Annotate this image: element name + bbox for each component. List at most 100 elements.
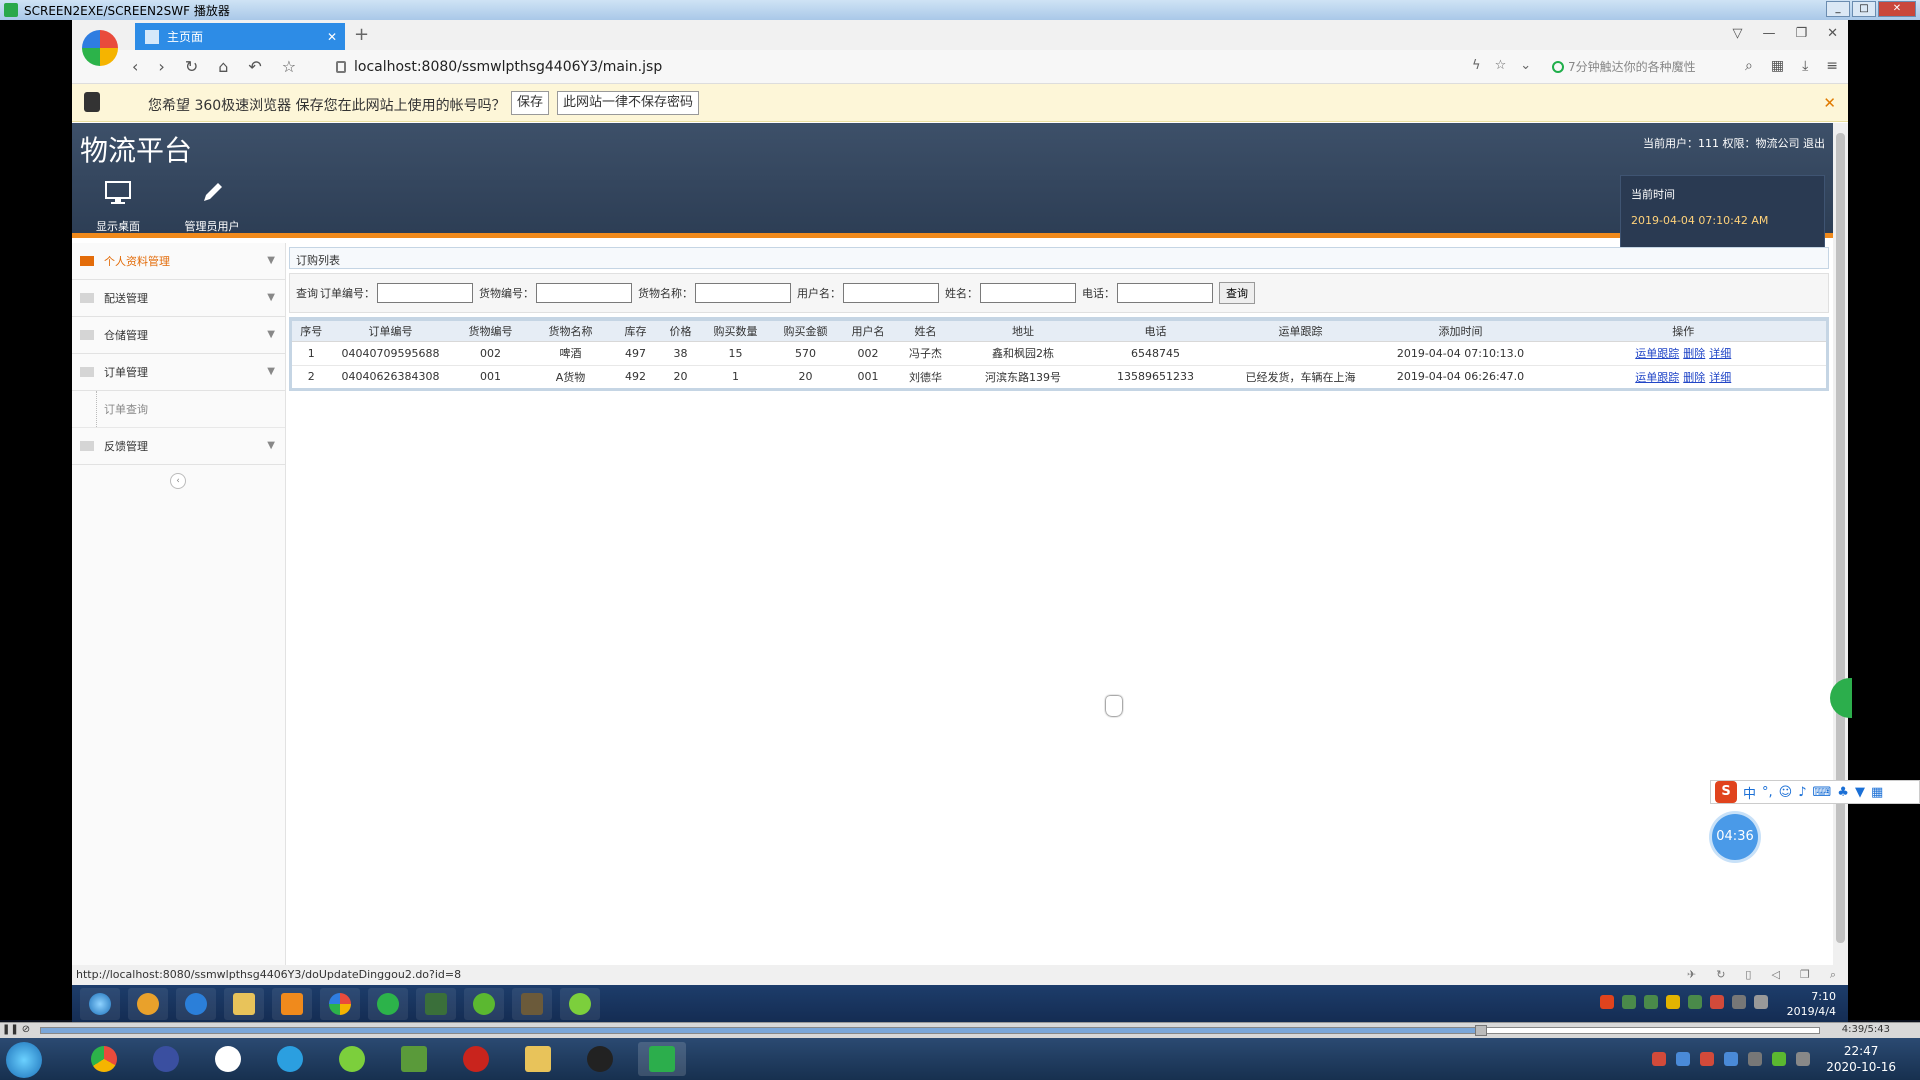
taskbar-app[interactable] — [328, 1042, 376, 1076]
start-button[interactable] — [6, 1042, 42, 1078]
outer-clock[interactable]: 22:47 2020-10-16 — [1826, 1043, 1896, 1075]
sidebar-item-feedback[interactable]: 反馈管理 ▼ — [72, 428, 285, 465]
track-link[interactable]: 运单跟踪 — [1635, 347, 1679, 360]
order-number-input[interactable] — [377, 283, 473, 303]
volume-icon[interactable] — [1748, 1052, 1762, 1066]
taskbar-app-active[interactable] — [638, 1042, 686, 1076]
minimize-icon[interactable]: — — [1762, 26, 1775, 41]
reload-icon[interactable]: ↻ — [185, 57, 198, 76]
player-progress-handle[interactable] — [1475, 1025, 1488, 1036]
never-save-button[interactable]: 此网站一律不保存密码 — [557, 91, 700, 115]
tray-icon[interactable] — [1652, 1052, 1666, 1066]
taskbar-app[interactable] — [266, 1042, 314, 1076]
home-icon[interactable]: ⌂ — [218, 57, 228, 76]
taskbar-app[interactable] — [452, 1042, 500, 1076]
show-desktop-button[interactable]: 显示桌面 — [78, 181, 158, 234]
volume-icon[interactable] — [1754, 995, 1768, 1009]
taskbar-app[interactable] — [560, 988, 600, 1020]
recording-timer[interactable]: 04:36 — [1712, 814, 1758, 860]
collapse-sidebar-button[interactable]: ‹ — [170, 473, 186, 489]
save-password-button[interactable]: 保存 — [511, 91, 550, 115]
taskbar-app[interactable] — [80, 1042, 128, 1076]
back-icon[interactable]: ‹ — [132, 57, 138, 76]
window-icon[interactable]: ❐ — [1800, 968, 1810, 982]
goods-name-input[interactable] — [695, 283, 791, 303]
delete-link[interactable]: 删除 — [1683, 347, 1705, 360]
punctuation-icon[interactable]: °, — [1762, 785, 1773, 800]
player-progress-track[interactable] — [40, 1025, 1820, 1036]
goods-number-input[interactable] — [536, 283, 632, 303]
tray-icon[interactable] — [1622, 995, 1636, 1009]
shirt-icon[interactable]: ▼ — [1855, 785, 1865, 800]
inner-clock[interactable]: 7:10 2019/4/4 — [1787, 989, 1836, 1019]
ime-lang[interactable]: 中 — [1743, 783, 1756, 802]
browser-logo[interactable] — [82, 30, 118, 66]
page-scrollbar[interactable] — [1833, 123, 1848, 965]
taskbar-app[interactable] — [224, 988, 264, 1020]
tab-main-page[interactable]: 主页面 ✕ — [135, 23, 345, 50]
tray-icon[interactable] — [1676, 1052, 1690, 1066]
tray-icon[interactable] — [1700, 1052, 1714, 1066]
taskbar-app[interactable] — [272, 988, 312, 1020]
network-icon[interactable] — [1732, 995, 1746, 1009]
undo-icon[interactable]: ↶ — [248, 57, 261, 76]
bookmark-star-icon[interactable]: ☆ — [1495, 58, 1507, 73]
shield-icon[interactable] — [1724, 1052, 1738, 1066]
chevron-down-icon[interactable]: ⌄ — [1520, 58, 1531, 73]
taskbar-app[interactable] — [128, 988, 168, 1020]
zoom-icon[interactable]: ⌕ — [1830, 968, 1836, 982]
phone-input[interactable] — [1117, 283, 1213, 303]
taskbar-app[interactable] — [142, 1042, 190, 1076]
delete-link[interactable]: 删除 — [1683, 371, 1705, 384]
network-icon[interactable] — [1796, 1052, 1810, 1066]
sidebar-item-delivery[interactable]: 配送管理 ▼ — [72, 280, 285, 317]
taskbar-app[interactable] — [576, 1042, 624, 1076]
rocket-icon[interactable]: ✈ — [1687, 968, 1696, 982]
username-input[interactable] — [843, 283, 939, 303]
sidebar-item-warehouse[interactable]: 仓储管理 ▼ — [72, 317, 285, 354]
url-field[interactable]: localhost:8080/ssmwlpthsg4406Y3/main.jsp — [336, 56, 1486, 78]
pin-icon[interactable]: ▽ — [1732, 26, 1742, 41]
close-icon[interactable]: ✕ — [1878, 1, 1916, 17]
tray-icon[interactable] — [1688, 995, 1702, 1009]
pause-icon[interactable]: ❚❚ — [2, 1024, 19, 1035]
settings-icon[interactable]: ⊘ — [22, 1024, 30, 1035]
refresh-icon[interactable]: ↻ — [1716, 968, 1725, 982]
download-icon[interactable]: ⤓ — [1802, 58, 1808, 74]
query-button[interactable]: 查询 — [1219, 282, 1255, 304]
search-icon[interactable]: ⌕ — [1745, 58, 1753, 74]
start-button[interactable] — [80, 988, 120, 1020]
grid-icon[interactable]: ▦ — [1871, 785, 1883, 800]
lightning-icon[interactable]: ϟ — [1472, 58, 1481, 73]
admin-user-button[interactable]: 管理员用户 — [172, 181, 252, 234]
sidebar-item-orders[interactable]: 订单管理 ▼ — [72, 354, 285, 391]
forward-icon[interactable]: › — [158, 57, 164, 76]
taskbar-app[interactable] — [320, 988, 360, 1020]
taskbar-app[interactable] — [512, 988, 552, 1020]
taskbar-app[interactable] — [368, 988, 408, 1020]
maximize-icon[interactable]: □ — [1852, 1, 1876, 17]
header-user-info[interactable]: 当前用户：111 权限：物流公司 退出 — [1643, 135, 1825, 151]
new-tab-button[interactable]: + — [354, 24, 369, 45]
sidebar-item-profile[interactable]: 个人资料管理 ▼ — [72, 243, 285, 280]
tray-icon[interactable] — [1666, 995, 1680, 1009]
sidebar-subitem-order-query[interactable]: 订单查询 — [72, 391, 285, 428]
minimize-icon[interactable]: _ — [1826, 1, 1850, 17]
apps-icon[interactable]: ▦ — [1771, 58, 1784, 74]
search-box[interactable]: 7分钟触达你的各种魔性 — [1552, 58, 1696, 75]
emoji-icon[interactable]: ☺ — [1779, 785, 1793, 800]
restore-icon[interactable]: ❐ — [1795, 26, 1807, 41]
tray-icon[interactable] — [1772, 1052, 1786, 1066]
taskbar-app[interactable] — [464, 988, 504, 1020]
tray-icon[interactable] — [1644, 995, 1658, 1009]
close-icon[interactable]: ✕ — [1827, 26, 1838, 41]
skin-icon[interactable]: ♣ — [1837, 785, 1849, 800]
ime-icon[interactable] — [1600, 995, 1614, 1009]
taskbar-app[interactable] — [204, 1042, 252, 1076]
star-icon[interactable]: ☆ — [282, 57, 296, 76]
taskbar-app[interactable] — [390, 1042, 438, 1076]
taskbar-app[interactable] — [514, 1042, 562, 1076]
volume-icon[interactable]: ◁ — [1771, 968, 1779, 982]
tray-icon[interactable] — [1710, 995, 1724, 1009]
close-icon[interactable]: ✕ — [1823, 94, 1836, 112]
